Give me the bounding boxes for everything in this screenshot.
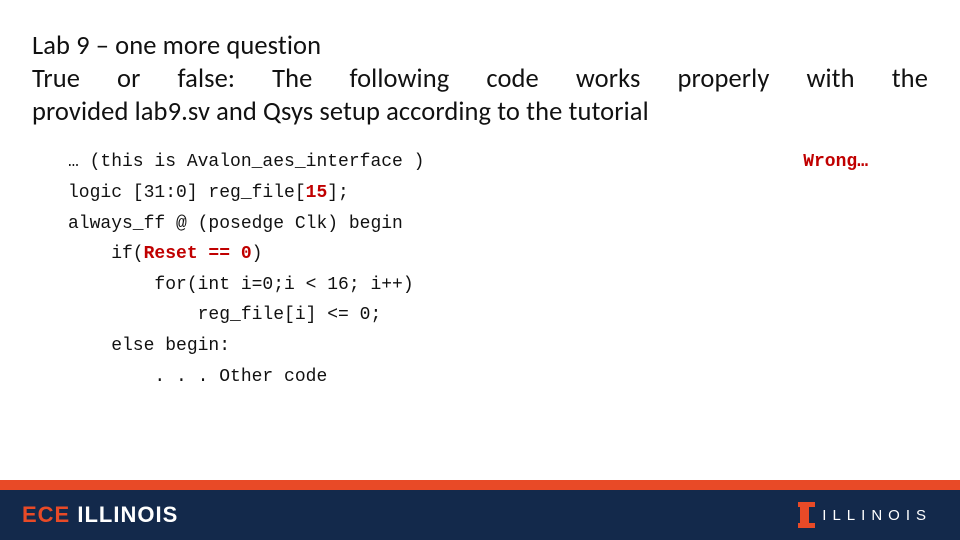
title-line-3: provided lab9.sv and Qsys setup accordin… xyxy=(32,96,649,128)
slide-title: Lab 9 – one more question True or false:… xyxy=(32,30,928,129)
code-row-1: … (this is Avalon_aes_interface ) Wrong… xyxy=(68,147,928,178)
code-line-3: always_ff @ (posedge Clk) begin xyxy=(68,209,928,240)
illinois-logo-text: ILLINOIS xyxy=(822,507,932,524)
code-line-5: for(int i=0;i < 16; i++) xyxy=(68,270,928,301)
block-i-icon xyxy=(797,502,812,528)
illinois-logo: ILLINOIS xyxy=(797,502,932,528)
code-highlight-15: 15 xyxy=(306,183,328,203)
ece-illinois-wordmark: ECE ILLINOIS xyxy=(22,502,178,528)
illinois-text: ILLINOIS xyxy=(77,502,178,527)
code-line-4: if(Reset == 0) xyxy=(68,239,928,270)
title-line-2: True or false: The following code works … xyxy=(32,63,928,96)
code-line-1: … (this is Avalon_aes_interface ) xyxy=(68,147,424,178)
footer: ECE ILLINOIS ILLINOIS xyxy=(0,480,960,540)
content-area: Lab 9 – one more question True or false:… xyxy=(0,0,960,392)
code-highlight-reset: Reset == 0 xyxy=(144,244,252,264)
wrong-annotation: Wrong… xyxy=(803,152,928,172)
code-seg-2c: ]; xyxy=(327,183,349,203)
footer-accent-bar xyxy=(0,480,960,490)
code-line-7: else begin: xyxy=(68,331,928,362)
code-seg-2a: logic [31:0] reg_file[ xyxy=(68,183,306,203)
footer-main-bar: ECE ILLINOIS ILLINOIS xyxy=(0,490,960,540)
code-block: … (this is Avalon_aes_interface ) Wrong…… xyxy=(32,147,928,392)
ece-text: ECE xyxy=(22,502,70,527)
title-line-1: Lab 9 – one more question xyxy=(32,30,321,62)
slide: Lab 9 – one more question True or false:… xyxy=(0,0,960,540)
code-line-6: reg_file[i] <= 0; xyxy=(68,300,928,331)
code-seg-4c: ) xyxy=(252,244,263,264)
code-line-8: . . . Other code xyxy=(68,362,928,393)
code-seg-4a: if( xyxy=(68,244,144,264)
code-line-2: logic [31:0] reg_file[15]; xyxy=(68,178,928,209)
